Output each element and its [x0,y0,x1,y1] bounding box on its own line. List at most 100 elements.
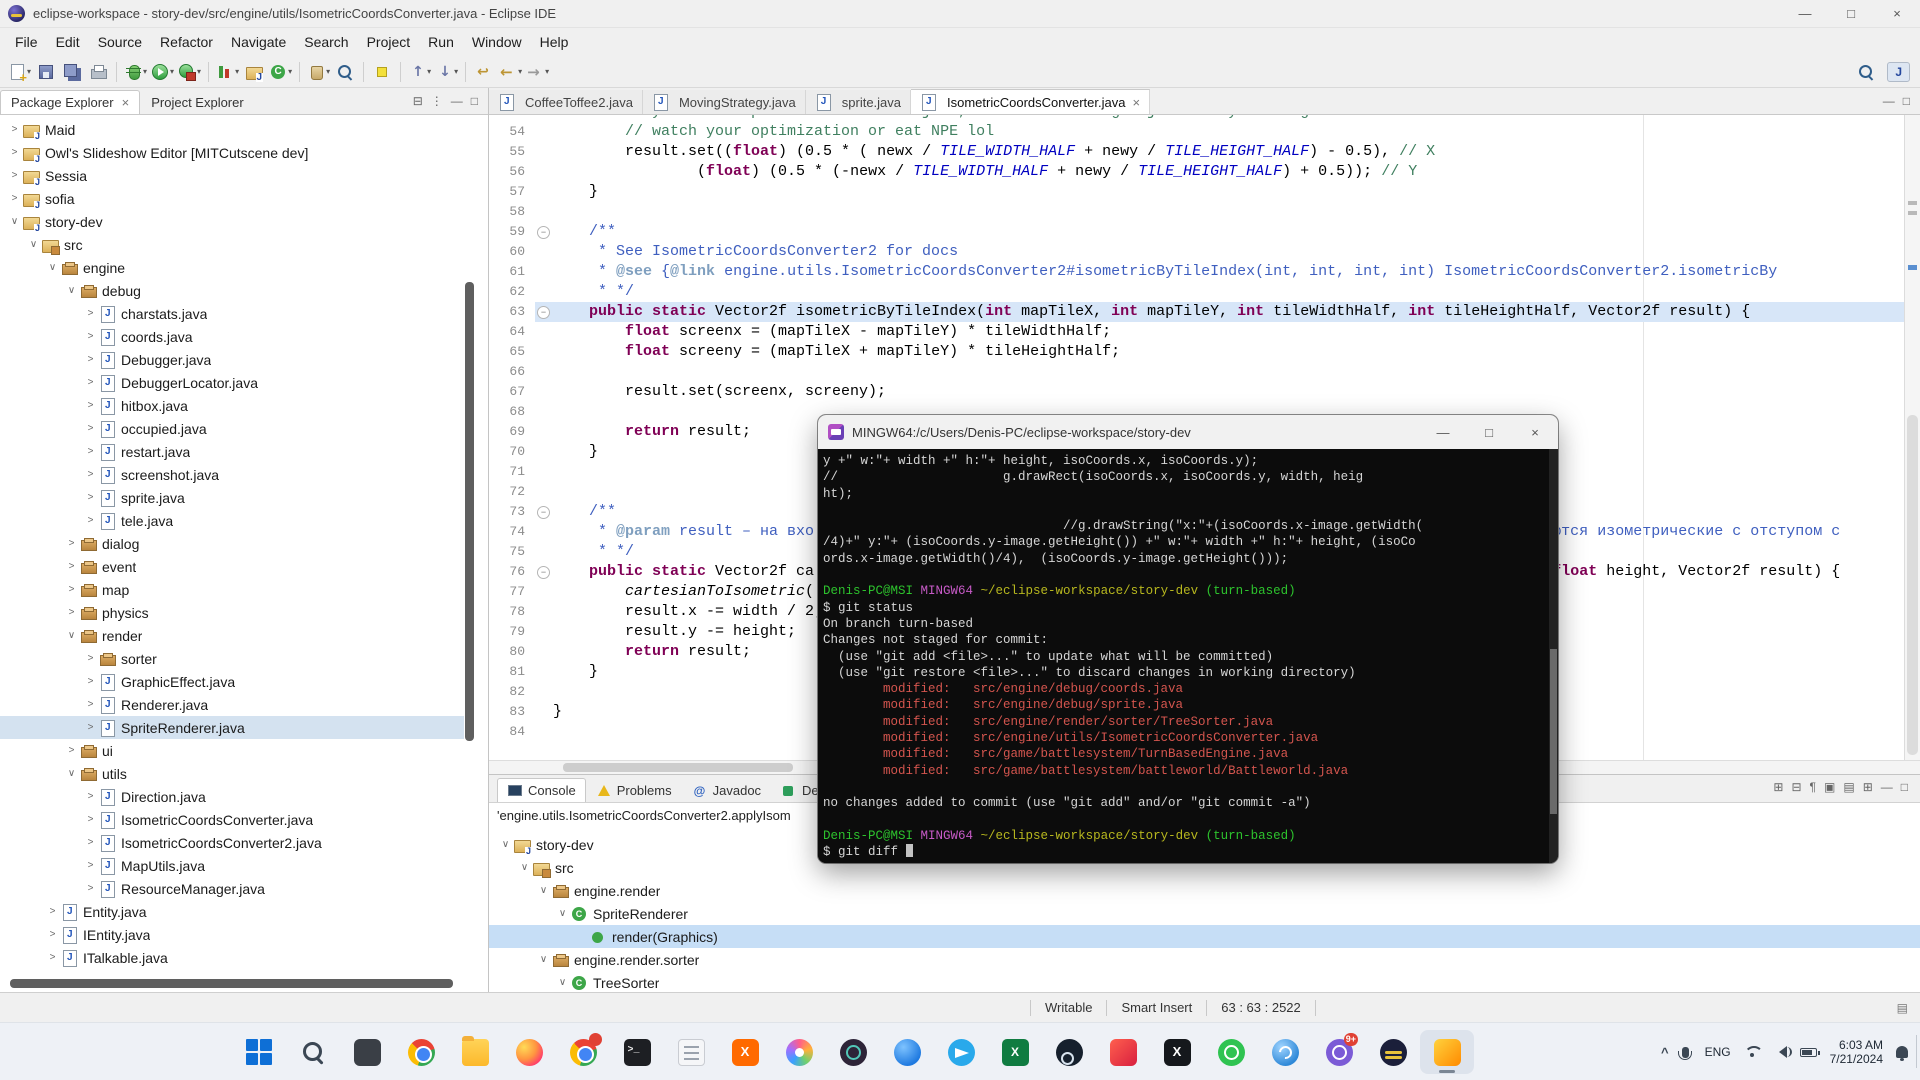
menu-run[interactable]: Run [419,30,463,54]
code-line-61[interactable]: 61 * @see {@link engine.utils.IsometricC… [489,262,1904,282]
taskbar-app-skype[interactable] [1258,1030,1312,1074]
code-line-62[interactable]: 62 * */ [489,282,1904,302]
tree-item-coords-java[interactable]: >coords.java [0,325,464,348]
tree-item-isometriccoordsconverter-java[interactable]: >IsometricCoordsConverter.java [0,808,464,831]
editor-hscroll-thumb[interactable] [563,763,793,772]
language-indicator[interactable]: ENG [1705,1045,1731,1059]
taskbar-app-eclipse[interactable] [1366,1030,1420,1074]
previous-annotation-button[interactable]: ▾ [406,59,433,85]
new-java-project-button[interactable] [241,59,267,85]
minimize-editor-icon[interactable]: — [1879,94,1899,108]
taskbar-app-firefox[interactable] [502,1030,556,1074]
tree-item-tele-java[interactable]: >tele.java [0,509,464,532]
debug-button[interactable]: ▾ [122,59,149,85]
close-tab-icon[interactable]: × [1132,95,1140,110]
show-desktop-button[interactable] [1916,1035,1920,1068]
tree-item-restart-java[interactable]: >restart.java [0,440,464,463]
clear-console-icon[interactable]: ⊞ [1769,780,1787,794]
pin-console-icon[interactable]: ▣ [1820,780,1839,794]
taskbar-app-steam[interactable] [1042,1030,1096,1074]
coverage-button[interactable]: ▾ [214,59,241,85]
menu-file[interactable]: File [6,30,47,54]
explorer-horizontal-scrollbar[interactable] [10,979,453,988]
menu-window[interactable]: Window [463,30,531,54]
battery-icon[interactable] [1800,1048,1817,1057]
minimize-view-icon[interactable]: — [447,94,467,108]
maximize-view-icon[interactable]: □ [467,94,482,108]
tree-item-entity-java[interactable]: >Entity.java [0,900,464,923]
code-line-57[interactable]: 57 } [489,182,1904,202]
collapse-all-icon[interactable]: ⊟ [409,94,427,108]
tree-item-debug[interactable]: ∨debug [0,279,464,302]
taskbar-app-downloader[interactable] [1420,1030,1474,1074]
code-line-67[interactable]: 67 result.set(screenx, screeny); [489,382,1904,402]
taskbar-app-file-explorer[interactable] [448,1030,502,1074]
minimize-button[interactable]: — [1782,0,1828,27]
new-java-class-button[interactable]: ▾ [267,59,294,85]
maximize-panel-icon[interactable]: □ [1897,780,1912,794]
open-element-button[interactable]: ▾ [305,59,332,85]
terminal-scrollbar-thumb[interactable] [1550,649,1557,814]
tree-item-engine[interactable]: ∨engine [0,256,464,279]
quick-search-button[interactable] [1853,59,1879,85]
mintty-terminal-window[interactable]: MINGW64:/c/Users/Denis-PC/eclipse-worksp… [818,415,1558,863]
back-button[interactable]: ▾ [497,59,524,85]
menu-edit[interactable]: Edit [47,30,89,54]
tree-item-sessia[interactable]: >Sessia [0,164,464,187]
tree-item-spriterenderer[interactable]: ∨SpriteRenderer [489,902,1920,925]
terminal-scrollbar[interactable] [1549,449,1558,863]
menu-search[interactable]: Search [295,30,357,54]
tree-item-ui[interactable]: >ui [0,739,464,762]
code-line-59[interactable]: 59 /** [489,222,1904,242]
panel-tab-console[interactable]: Console [497,778,586,802]
tree-item-engine-render-sorter[interactable]: ∨engine.render.sorter [489,948,1920,971]
tree-item-occupied-java[interactable]: >occupied.java [0,417,464,440]
code-line-66[interactable]: 66 [489,362,1904,382]
tree-item-graphiceffect-java[interactable]: >GraphicEffect.java [0,670,464,693]
menu-source[interactable]: Source [89,30,151,54]
scroll-lock-icon[interactable]: ⊟ [1787,780,1805,794]
menu-project[interactable]: Project [358,30,420,54]
taskbar-start-button[interactable] [232,1030,286,1074]
terminal-output[interactable]: y +" w:"+ width +" h:"+ height, isoCoord… [818,449,1558,863]
tree-item-event[interactable]: >event [0,555,464,578]
console-display-icon[interactable]: ▤ [1839,780,1858,794]
open-console-icon[interactable]: ⊞ [1859,780,1877,794]
close-view-icon[interactable]: × [122,95,130,110]
java-perspective-button[interactable]: J [1887,62,1910,82]
save-button[interactable] [33,59,59,85]
editor-tab-movingstrategy-java[interactable]: MovingStrategy.java [643,90,806,114]
tree-item-maid[interactable]: >Maid [0,118,464,141]
tree-item-charstats-java[interactable]: >charstats.java [0,302,464,325]
forward-button[interactable]: ▾ [524,59,551,85]
tree-item-direction-java[interactable]: >Direction.java [0,785,464,808]
tree-item-debugger-java[interactable]: >Debugger.java [0,348,464,371]
tree-item-treesorter[interactable]: ∨TreeSorter [489,971,1920,992]
editor-presentation-icon[interactable]: ▤ [1897,1001,1908,1015]
code-line-56[interactable]: 56 (float) (0.5 * (-newx / TILE_WIDTH_HA… [489,162,1904,182]
code-line-64[interactable]: 64 float screenx = (mapTileX - mapTileY)… [489,322,1904,342]
code-line-65[interactable]: 65 float screeny = (mapTileX + mapTileY)… [489,342,1904,362]
tree-item-debuggerlocator-java[interactable]: >DebuggerLocator.java [0,371,464,394]
tree-item-story-dev[interactable]: ∨story-dev [0,210,464,233]
tree-item-ientity-java[interactable]: >IEntity.java [0,923,464,946]
run-external-tools-button[interactable]: ▾ [176,59,203,85]
tree-item-renderer-java[interactable]: >Renderer.java [0,693,464,716]
panel-tab-problems[interactable]: Problems [586,778,682,802]
menu-navigate[interactable]: Navigate [222,30,295,54]
view-menu-icon[interactable]: ⋮ [427,94,447,108]
tree-item-screenshot-java[interactable]: >screenshot.java [0,463,464,486]
taskbar-app-snip[interactable] [340,1030,394,1074]
taskbar-app-telegram[interactable] [934,1030,988,1074]
taskbar-app-notepad[interactable] [664,1030,718,1074]
mark-occurrences-button[interactable] [369,59,395,85]
code-line-53[interactable]: 53 // you should provide a result object… [489,115,1904,122]
tree-item-italkable-java[interactable]: >ITalkable.java [0,946,464,969]
tree-item-spriterenderer-java[interactable]: >SpriteRenderer.java [0,716,464,739]
word-wrap-icon[interactable]: ¶ [1806,780,1820,794]
taskbar-clock[interactable]: 6:03 AM 7/21/2024 [1830,1038,1883,1066]
print-button[interactable] [85,59,111,85]
panel-tab-javadoc[interactable]: Javadoc [682,778,771,802]
taskbar-app-photos[interactable] [772,1030,826,1074]
taskbar-app-blue[interactable] [880,1030,934,1074]
